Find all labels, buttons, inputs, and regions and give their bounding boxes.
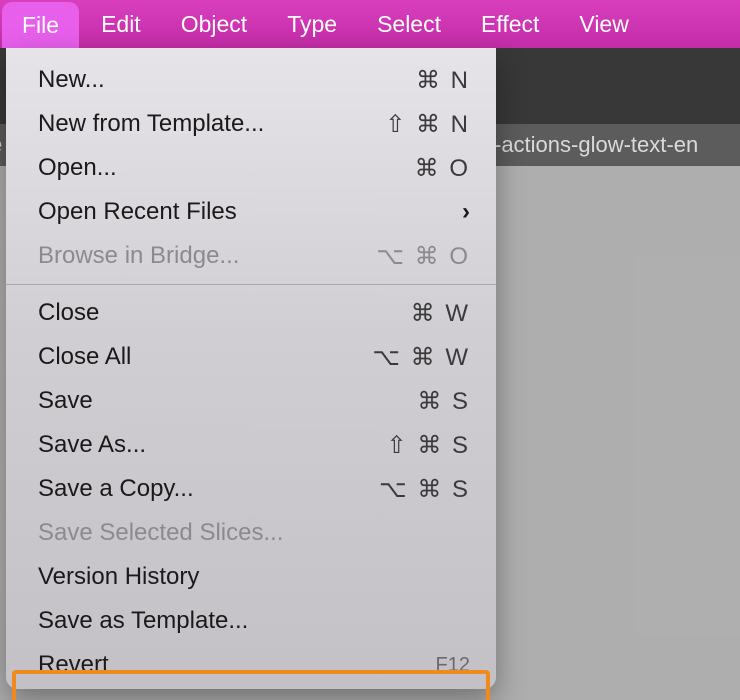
menu-item-shortcut: ⌘ W [411,299,470,328]
menu-item-shortcut: ⌥ ⌘ S [379,475,470,504]
menu-file[interactable]: File [2,2,79,48]
menu-item-shortcut: ⌘ O [415,154,470,183]
menu-item-shortcut: ⌘ S [417,387,470,416]
menu-item-label: Save Selected Slices... [38,519,470,547]
file-menu-dropdown: New... ⌘ N New from Template... ⇧ ⌘ N Op… [6,48,496,689]
menu-item-save-as-template[interactable]: Save as Template... [6,599,496,643]
menu-item-label: Open Recent Files [38,198,462,226]
menu-select[interactable]: Select [357,0,461,48]
menu-item-label: Save [38,387,417,415]
menu-item-label: Save as Template... [38,607,470,635]
menu-item-save-as[interactable]: Save As... ⇧ ⌘ S [6,423,496,467]
menu-item-save-selected-slices: Save Selected Slices... [6,511,496,555]
menu-item-label: Browse in Bridge... [38,242,376,270]
menu-item-label: Open... [38,154,415,182]
menu-item-shortcut: ⌥ ⌘ O [376,242,470,271]
menu-item-label: Close All [38,343,372,371]
menu-item-label: Revert [38,651,436,679]
menu-item-save[interactable]: Save ⌘ S [6,379,496,423]
menubar: File Edit Object Type Select Effect View [0,0,740,48]
menu-item-browse-in-bridge: Browse in Bridge... ⌥ ⌘ O [6,234,496,278]
menu-item-shortcut: ⇧ ⌘ N [385,110,470,139]
menu-type[interactable]: Type [267,0,357,48]
menu-item-label: Close [38,299,411,327]
menu-item-shortcut: ⌥ ⌘ W [372,343,470,372]
menu-item-revert[interactable]: Revert F12 [6,643,496,687]
menu-item-save-a-copy[interactable]: Save a Copy... ⌥ ⌘ S [6,467,496,511]
menu-object[interactable]: Object [161,0,267,48]
menu-item-shortcut: ⌘ N [416,66,470,95]
menu-item-close-all[interactable]: Close All ⌥ ⌘ W [6,335,496,379]
tabstrip-fragment-left: e [0,132,2,158]
menu-item-label: Save a Copy... [38,475,379,503]
menu-item-new[interactable]: New... ⌘ N [6,58,496,102]
menu-item-label: Version History [38,563,470,591]
menu-item-label: New from Template... [38,110,385,138]
menu-item-label: Save As... [38,431,387,459]
menu-item-shortcut: ⇧ ⌘ S [387,431,470,460]
menu-item-shortcut: F12 [436,654,470,677]
menu-item-label: New... [38,66,416,94]
menu-item-version-history[interactable]: Version History [6,555,496,599]
chevron-right-icon: › [462,198,470,226]
tabstrip-fragment-right: -actions-glow-text-en [494,132,698,158]
menu-effect[interactable]: Effect [461,0,559,48]
menu-item-open-recent-files[interactable]: Open Recent Files › [6,190,496,234]
menu-item-new-from-template[interactable]: New from Template... ⇧ ⌘ N [6,102,496,146]
menu-item-open[interactable]: Open... ⌘ O [6,146,496,190]
menu-edit[interactable]: Edit [81,0,161,48]
menu-item-close[interactable]: Close ⌘ W [6,291,496,335]
menu-separator [6,284,496,285]
menu-view[interactable]: View [559,0,648,48]
